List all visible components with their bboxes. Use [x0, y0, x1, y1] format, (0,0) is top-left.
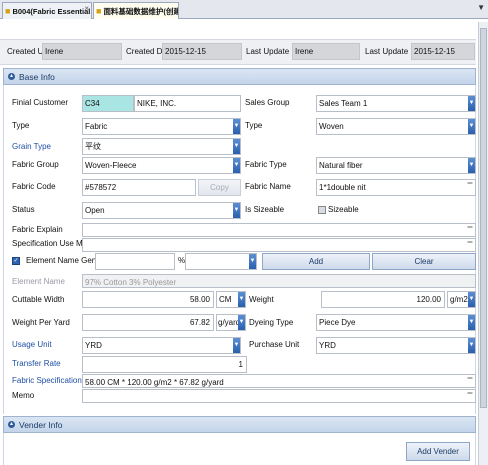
dyeing-type-select[interactable]: Piece Dye ▼ [316, 314, 476, 331]
fabric-type-select[interactable]: Natural fiber ▼ [316, 157, 476, 174]
is-sizeable-label: Is Sizeable [245, 205, 285, 214]
sales-group-label: Sales Group [245, 98, 290, 107]
chevron-down-icon[interactable]: ▼ [238, 315, 245, 330]
fabric-explain-label: Fabric Explain [12, 225, 63, 234]
more-icon[interactable]: ═ [466, 224, 474, 236]
grain-type-select[interactable]: 平纹 ▼ [82, 138, 241, 155]
final-customer-code-input[interactable]: C34 [82, 95, 134, 112]
cuttable-width-unit-select[interactable]: CM ▼ [216, 291, 246, 308]
cuttable-width-input[interactable]: 58.00 [82, 291, 214, 308]
status-label: Status [12, 205, 35, 214]
fabric-code-input[interactable]: #578572 [82, 179, 196, 196]
chevron-down-icon[interactable]: ▼ [468, 338, 475, 353]
document-icon: ■ [5, 6, 11, 16]
weight-input[interactable]: 120.00 [321, 291, 445, 308]
base-info-header[interactable]: ▴ Base Info [3, 68, 476, 85]
weight-per-yard-label: Weight Per Yard [12, 318, 70, 327]
element-name-label: Element Name [12, 277, 65, 286]
transfer-rate-label: Transfer Rate [12, 359, 61, 368]
vertical-scrollbar[interactable] [478, 22, 488, 465]
chevron-down-icon[interactable]: ▼ [233, 158, 240, 173]
fabric-group-select[interactable]: Woven-Fleece ▼ [82, 157, 241, 174]
grain-type-label: Grain Type [12, 142, 51, 151]
clear-element-button[interactable]: Clear [372, 253, 476, 270]
last-update-date-field: 2015-12-15 [411, 43, 475, 60]
dyeing-type-label: Dyeing Type [249, 318, 294, 327]
more-icon[interactable]: ═ [466, 390, 474, 402]
base-info-panel: Finial Customer C34 NIKE, INC. Sales Gro… [3, 85, 476, 414]
more-icon[interactable]: ═ [466, 180, 474, 195]
last-update-user-field: Irene [292, 43, 360, 60]
chevron-down-icon[interactable]: ▼ [249, 254, 256, 269]
tab-menu-chevron-icon[interactable]: ▼ [477, 3, 485, 12]
add-element-button[interactable]: Add [262, 253, 370, 270]
created-date-field: 2015-12-15 [162, 43, 242, 60]
weight-label: Weight [249, 295, 274, 304]
add-vender-button[interactable]: Add Vender [406, 442, 470, 461]
memo-label: Memo [12, 391, 35, 400]
sizeable-checkbox-label: Sizeable [328, 205, 359, 214]
tab-fabric-essential-data[interactable]: ■ B004(Fabric Essential Data Mainte × [2, 2, 92, 19]
chevron-down-icon[interactable]: ▼ [468, 119, 475, 134]
chevron-down-icon[interactable]: ▼ [468, 315, 475, 330]
status-select[interactable]: Open ▼ [82, 202, 241, 219]
close-icon[interactable]: × [84, 4, 89, 13]
chevron-down-icon[interactable]: ▼ [233, 119, 240, 134]
element-generation-checkbox[interactable]: ✓ [12, 257, 20, 265]
audit-info-bar: Created User Irene Created Date 2015-12-… [0, 39, 476, 65]
more-icon[interactable]: ═ [466, 375, 474, 387]
chevron-down-icon[interactable]: ▼ [238, 292, 245, 307]
chevron-down-icon[interactable]: ▼ [233, 203, 240, 218]
fabric-name-input[interactable]: 1*1double nit ═ [316, 179, 476, 196]
vender-info-panel: Add Vender [3, 433, 476, 465]
fabric-specification-input[interactable]: 58.00 CM * 120.00 g/m2 * 67.82 g/yard ═ [82, 374, 476, 388]
tab-fabric-create-page[interactable]: ■ 面料基础数据维护(创建)页面(不可 [93, 2, 179, 19]
chevron-down-icon[interactable]: ▼ [468, 158, 475, 173]
fabric-name-label: Fabric Name [245, 182, 291, 191]
weight-per-yard-input[interactable]: 67.82 [82, 314, 214, 331]
scrollbar-thumb[interactable] [480, 28, 487, 408]
final-customer-name-field: NIKE, INC. [134, 95, 241, 112]
transfer-rate-input[interactable]: 1 [82, 356, 247, 373]
more-icon[interactable]: ═ [466, 239, 474, 251]
usage-unit-select[interactable]: YRD ▼ [82, 337, 241, 354]
chevron-down-icon[interactable]: ▼ [233, 338, 240, 353]
weight-per-yard-unit-select[interactable]: g/yard ▼ [216, 314, 246, 331]
element-percent-input[interactable] [95, 253, 175, 270]
purchase-unit-label: Purchase Unit [249, 340, 300, 349]
sales-group-select[interactable]: Sales Team 1 ▼ [316, 95, 476, 112]
collapse-icon[interactable]: ▴ [8, 421, 15, 428]
cuttable-width-label: Cuttable Width [12, 295, 65, 304]
collapse-icon[interactable]: ▴ [8, 73, 15, 80]
fabric-group-label: Fabric Group [12, 160, 59, 169]
fabric-type-label: Fabric Type [245, 160, 287, 169]
fabric-specification-label: Fabric Specification [12, 376, 82, 385]
purchase-unit-select[interactable]: YRD ▼ [316, 337, 476, 354]
type2-select[interactable]: Woven ▼ [316, 118, 476, 135]
usage-unit-label: Usage Unit [12, 340, 52, 349]
copy-button[interactable]: Copy [198, 179, 241, 196]
memo-input[interactable]: ═ [82, 389, 476, 403]
vender-info-header[interactable]: ▴ Vender Info [3, 416, 476, 433]
type-select[interactable]: Fabric ▼ [82, 118, 241, 135]
type2-label: Type [245, 121, 263, 130]
chevron-down-icon[interactable]: ▼ [468, 96, 475, 111]
weight-unit-select[interactable]: g/m2 ▼ [447, 291, 476, 308]
fabric-explain-input[interactable]: ═ [82, 223, 476, 237]
type-label: Type [12, 121, 30, 130]
document-tab-bar: ■ B004(Fabric Essential Data Mainte × ■ … [0, 0, 488, 19]
element-material-select[interactable]: ▼ [185, 253, 257, 270]
element-name-field: 97% Cotton 3% Polyester [82, 274, 476, 288]
sizeable-checkbox[interactable] [318, 206, 326, 214]
final-customer-label: Finial Customer [12, 98, 69, 107]
created-user-field: Irene [42, 43, 122, 60]
fabric-code-label: Fabric Code [12, 182, 56, 191]
document-icon: ■ [96, 6, 102, 16]
spec-use-memo-input[interactable]: ═ [82, 238, 476, 252]
chevron-down-icon[interactable]: ▼ [468, 292, 475, 307]
chevron-down-icon[interactable]: ▼ [233, 139, 240, 154]
